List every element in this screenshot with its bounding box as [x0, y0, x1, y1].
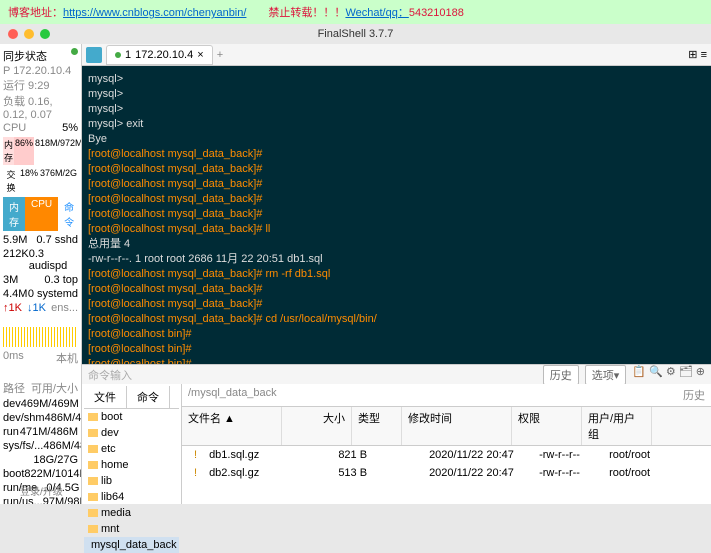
sidebar: 同步状态 P 172.20.10.4 运行 9:29 负载 0.16, 0.12… [0, 44, 82, 504]
folder-icon [88, 461, 98, 469]
sidebar-tabs[interactable]: 内存CPU命令 [3, 197, 78, 231]
close-icon[interactable] [8, 29, 18, 39]
home-icon[interactable] [86, 47, 102, 63]
tab-files[interactable]: 文件 [84, 386, 127, 408]
tab-commands[interactable]: 命令 [127, 386, 170, 408]
command-bar: 命令输入 历史 选项▾ 📋 🔍 ⚙ 🗂 ⊕ [82, 364, 711, 384]
folder-icon [88, 477, 98, 485]
load-label: 负载 0.16, 0.12, 0.07 [3, 93, 78, 121]
uptime-label: 运行 9:29 [3, 77, 78, 93]
window-title: FinalShell 3.7.7 [318, 28, 394, 40]
close-icon[interactable]: × [197, 49, 203, 61]
path-history[interactable]: 历史 [683, 387, 705, 403]
maximize-icon[interactable] [40, 29, 50, 39]
file-panel: /mysql_data_back 历史 文件名 ▲大小类型修改时间权限用户/用户组… [182, 384, 711, 504]
login-link[interactable]: 登录/升级 [20, 483, 63, 498]
ip-label: P 172.20.10.4 [3, 65, 78, 77]
file-row[interactable]: !db1.sql.gz821 B2020/11/22 20:47-rw-r--r… [182, 446, 711, 464]
window-titlebar: FinalShell 3.7.7 [0, 24, 711, 44]
folder-icon [88, 429, 98, 437]
watermark-banner: 博客地址：https://www.cnblogs.com/chenyanbin/… [0, 0, 711, 24]
status-dot-icon [115, 52, 121, 58]
session-tabbar: 1 172.20.10.4× + ⊞ ≡ [82, 44, 711, 66]
folder-tree[interactable]: 文件命令 boot dev etc home lib lib64 media m… [82, 384, 182, 504]
toolbar-icons[interactable]: 📋 🔍 ⚙ 🗂 ⊕ [632, 365, 705, 385]
history-button[interactable]: 历史 [543, 365, 579, 385]
file-header[interactable]: 文件名 ▲大小类型修改时间权限用户/用户组 [182, 407, 711, 446]
folder-icon [88, 509, 98, 517]
terminal[interactable]: mysql>mysql>mysql>mysql> exitBye [root@l… [82, 66, 711, 364]
add-tab-button[interactable]: + [217, 49, 223, 61]
folder-icon [88, 445, 98, 453]
sync-label: 同步状态 [3, 48, 47, 64]
minimize-icon[interactable] [24, 29, 34, 39]
file-row[interactable]: !db2.sql.gz513 B2020/11/22 20:47-rw-r--r… [182, 464, 711, 482]
session-tab[interactable]: 1 172.20.10.4× [106, 45, 213, 65]
grid-icon[interactable]: ⊞ ≡ [688, 48, 707, 61]
options-button[interactable]: 选项▾ [585, 365, 627, 385]
folder-icon [88, 413, 98, 421]
folder-icon [88, 525, 98, 533]
network-chart [3, 317, 78, 347]
command-input[interactable]: 命令输入 [88, 367, 132, 383]
status-dot-icon [71, 48, 78, 55]
path-bar[interactable]: /mysql_data_back [188, 387, 277, 403]
